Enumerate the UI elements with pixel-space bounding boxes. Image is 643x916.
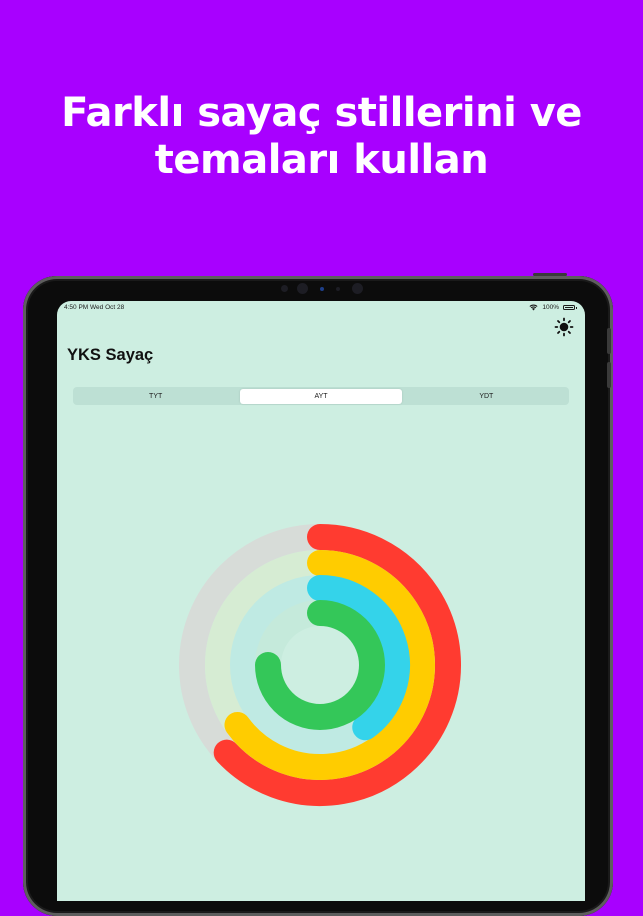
countdown-rings <box>179 524 461 806</box>
app-screen: 4:50 PM Wed Oct 28 100% YKS Sayaç TYT AY… <box>57 301 585 901</box>
sensor-dot-4 <box>352 283 363 294</box>
sensor-dot-3 <box>336 287 340 291</box>
headline-line-1: Farklı sayaç stillerini ve <box>61 90 582 136</box>
volume-up-button <box>607 328 611 354</box>
sensor-dot-1 <box>281 285 288 292</box>
volume-down-button <box>607 362 611 388</box>
headline-line-2: temaları kullan <box>154 137 489 183</box>
sensor-dot-2 <box>320 287 324 291</box>
front-camera <box>297 283 308 294</box>
power-button <box>533 273 567 276</box>
headline: Farklı sayaç stillerini ve temaları kull… <box>0 90 643 184</box>
